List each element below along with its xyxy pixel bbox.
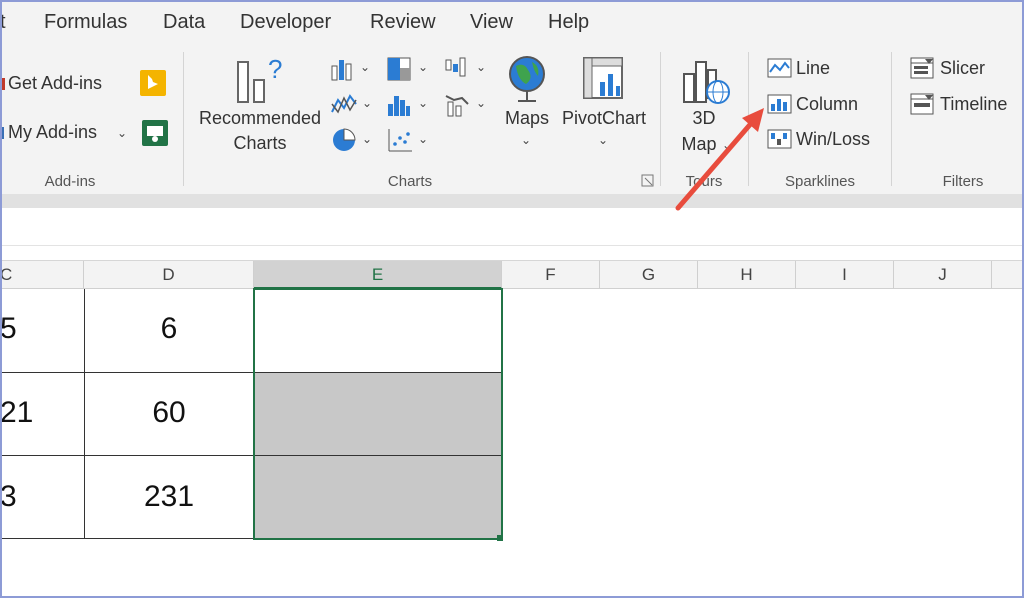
- image-frame: [0, 0, 1024, 598]
